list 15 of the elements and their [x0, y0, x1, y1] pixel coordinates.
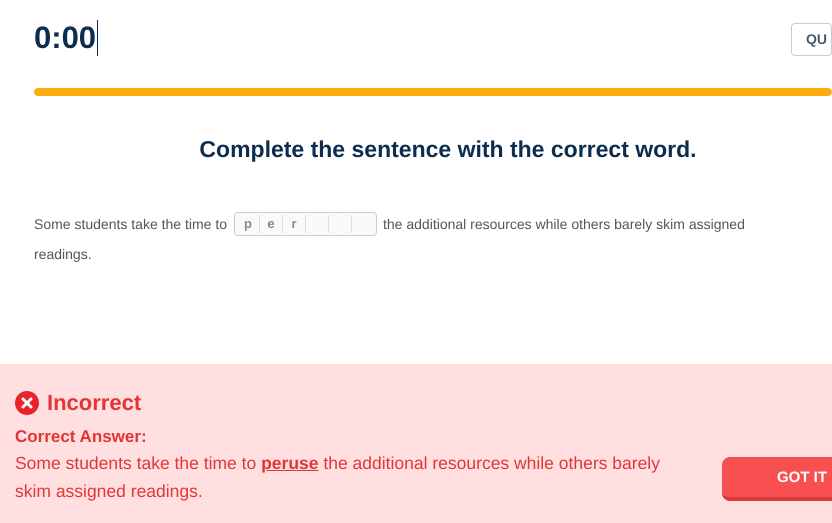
answer-box[interactable]: p e r	[234, 212, 377, 236]
close-icon	[15, 391, 39, 415]
quit-button[interactable]: QU	[791, 22, 832, 56]
sentence-text: Some students take the time to	[34, 215, 227, 234]
sentence-text: readings.	[34, 246, 92, 262]
letter-cell: p	[237, 215, 260, 233]
answer-label: Correct Answer:	[15, 427, 148, 447]
got-it-button[interactable]: GOT IT	[722, 457, 832, 501]
correct-answer: Some students take the time to peruse the additional resources while others barely skim assigned readings.	[15, 452, 661, 503]
feedback-status: Incorrect	[47, 390, 142, 416]
letter-cell: e	[260, 215, 283, 233]
timer: 0:00	[34, 20, 98, 56]
instruction: Complete the sentence with the correct word.	[198, 136, 698, 163]
letter-cell: r	[283, 215, 306, 233]
sentence-text: the additional resources while others barely skim assigned	[383, 215, 745, 234]
